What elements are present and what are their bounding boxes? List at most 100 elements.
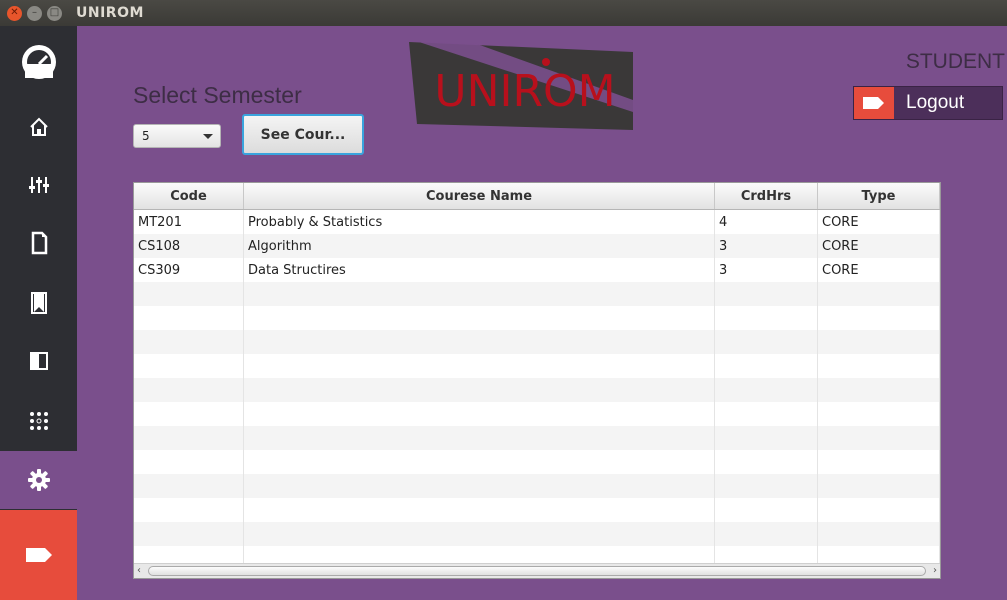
user-role-label: STUDENT (905, 50, 1005, 73)
table-cell: Algorithm (244, 234, 715, 258)
logout-button[interactable]: Logout (853, 86, 1003, 120)
logout-tag-icon (25, 548, 52, 562)
table-cell: CORE (818, 210, 940, 234)
chevron-down-icon (203, 134, 213, 139)
table-row[interactable] (134, 426, 940, 450)
chevron-left-icon[interactable]: ‹ (137, 565, 141, 576)
table-cell (818, 426, 940, 450)
window-title: UNIROM (76, 5, 144, 21)
table-cell (818, 378, 940, 402)
table-cell: CORE (818, 234, 940, 258)
table-cell (715, 474, 818, 498)
table-row[interactable]: CS108 Algorithm 3 CORE (134, 234, 940, 258)
sidebar-item-documents[interactable] (0, 214, 77, 272)
sidebar-item-logout[interactable] (0, 510, 77, 600)
home-icon (29, 117, 48, 136)
table-cell (244, 474, 715, 498)
table-cell (244, 330, 715, 354)
table-cell (715, 282, 818, 306)
table-cell (244, 498, 715, 522)
table-cell (134, 282, 244, 306)
column-header[interactable]: CrdHrs (715, 183, 818, 209)
dots-grid-icon (29, 412, 48, 430)
table-cell (134, 306, 244, 330)
table-row[interactable] (134, 522, 940, 546)
logout-tag-icon (863, 97, 884, 109)
table-cell (715, 426, 818, 450)
table-body: MT201 Probably & Statistics 4 CORE CS108 Algo… (134, 210, 940, 570)
table-cell: 3 (715, 258, 818, 282)
table-cell (818, 522, 940, 546)
table-row[interactable]: CS309 Data Structires 3 CORE (134, 258, 940, 282)
table-row[interactable] (134, 330, 940, 354)
sidebar (0, 26, 77, 600)
table-cell (134, 426, 244, 450)
table-row[interactable] (134, 306, 940, 330)
see-courses-button[interactable]: See Cour... (242, 114, 364, 155)
sidebar-item-apps[interactable] (0, 392, 77, 450)
sidebar-item-dashboard[interactable] (0, 32, 77, 92)
bookmark-icon (30, 292, 47, 314)
column-header[interactable]: Type (818, 183, 940, 209)
table-cell (134, 402, 244, 426)
table-cell (715, 450, 818, 474)
table-cell (715, 354, 818, 378)
gear-icon (27, 469, 50, 491)
table-cell: CS309 (134, 258, 244, 282)
table-cell (244, 522, 715, 546)
close-window-button[interactable]: ✕ (7, 5, 22, 21)
table-row[interactable] (134, 354, 940, 378)
table-cell (134, 498, 244, 522)
unirom-logo: UNIROM (409, 42, 633, 130)
table-cell (134, 330, 244, 354)
scrollbar-thumb[interactable] (148, 566, 926, 576)
table-cell (244, 282, 715, 306)
table-cell: 3 (715, 234, 818, 258)
table-row[interactable] (134, 378, 940, 402)
panel-icon (29, 352, 48, 370)
table-cell (715, 498, 818, 522)
table-row[interactable] (134, 402, 940, 426)
title-bar: ✕ – □ UNIROM (0, 0, 1007, 26)
sidebar-item-home[interactable] (0, 98, 77, 156)
main-content: Select Semester 5 See Cour... UNIROM STU… (77, 26, 1007, 600)
table-cell (818, 498, 940, 522)
column-header[interactable]: Courese Name (244, 183, 715, 209)
sliders-icon (28, 177, 49, 193)
table-cell (244, 354, 715, 378)
table-row[interactable] (134, 498, 940, 522)
maximize-window-button[interactable]: □ (47, 5, 62, 21)
semester-dropdown[interactable]: 5 (133, 124, 221, 148)
sidebar-item-settings-sliders[interactable] (0, 156, 77, 214)
select-semester-label: Select Semester (133, 82, 302, 108)
table-row[interactable] (134, 474, 940, 498)
table-row[interactable] (134, 282, 940, 306)
table-cell: MT201 (134, 210, 244, 234)
table-cell (134, 378, 244, 402)
table-cell (818, 450, 940, 474)
table-header: Code Courese Name CrdHrs Type (134, 183, 940, 210)
horizontal-scrollbar[interactable]: ‹ › (134, 563, 940, 578)
table-cell (244, 450, 715, 474)
document-icon (31, 231, 47, 255)
table-cell (134, 354, 244, 378)
column-header[interactable]: Code (134, 183, 244, 209)
table-cell: Probably & Statistics (244, 210, 715, 234)
chevron-right-icon[interactable]: › (933, 565, 937, 576)
sidebar-item-panel[interactable] (0, 332, 77, 390)
minimize-window-button[interactable]: – (27, 5, 42, 21)
table-cell (244, 426, 715, 450)
gauge-icon (21, 45, 56, 79)
logout-label: Logout (906, 92, 965, 113)
table-row[interactable]: MT201 Probably & Statistics 4 CORE (134, 210, 940, 234)
table-cell: CORE (818, 258, 940, 282)
table-cell: 4 (715, 210, 818, 234)
table-cell (818, 402, 940, 426)
table-cell (818, 354, 940, 378)
sidebar-item-settings[interactable] (0, 451, 77, 509)
table-cell (715, 402, 818, 426)
sidebar-item-bookmarks[interactable] (0, 274, 77, 332)
table-row[interactable] (134, 450, 940, 474)
table-cell (134, 474, 244, 498)
table-cell (244, 402, 715, 426)
